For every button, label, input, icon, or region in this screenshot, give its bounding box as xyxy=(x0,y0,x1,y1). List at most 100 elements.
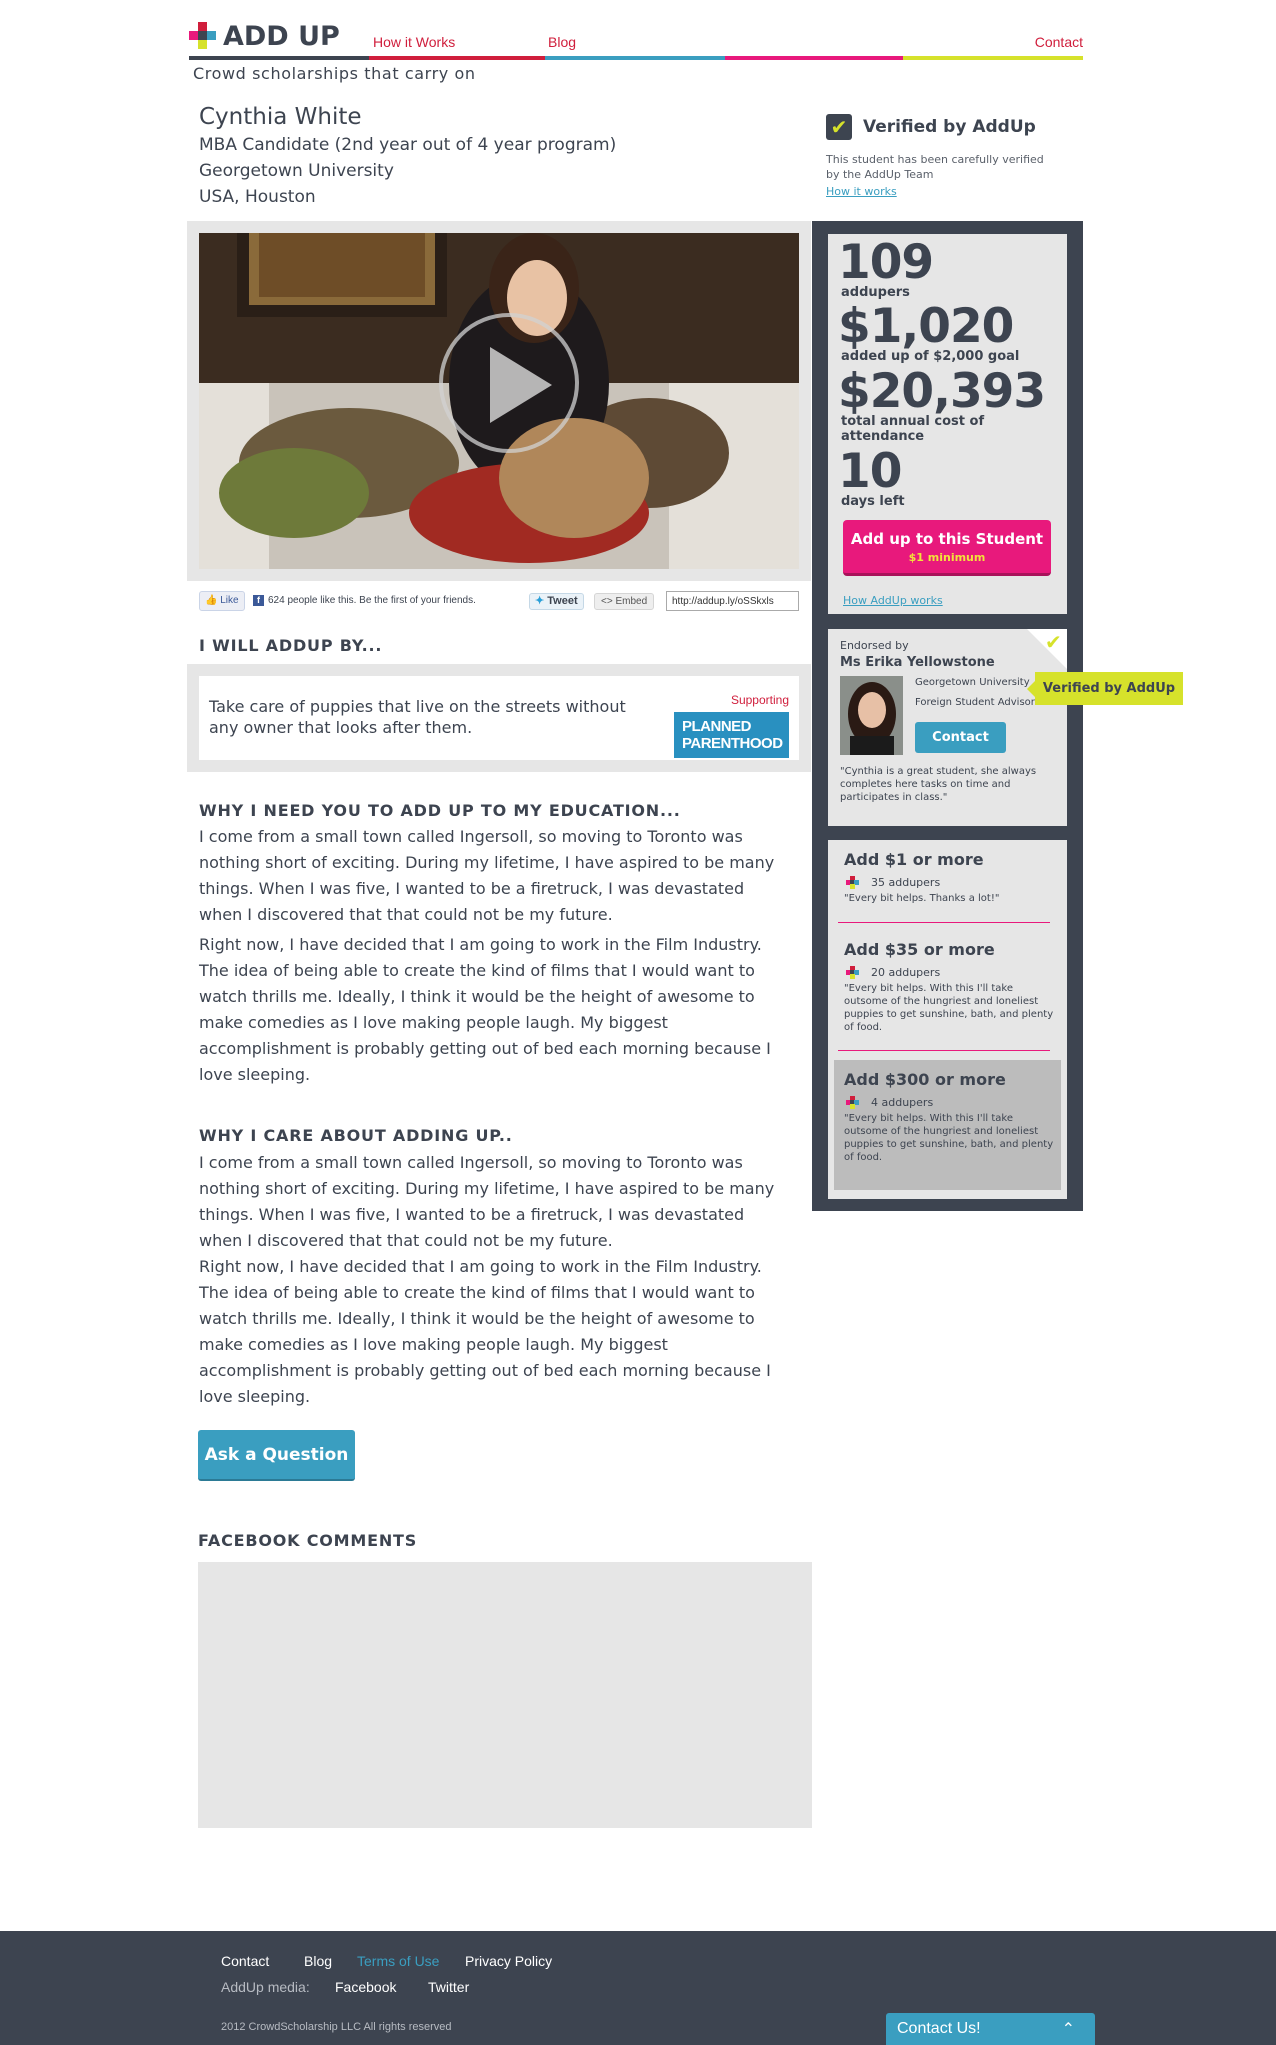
footer-contact-link[interactable]: Contact xyxy=(221,1953,269,1969)
reward-count: 20 addupers xyxy=(846,966,1061,979)
play-icon[interactable] xyxy=(439,313,579,453)
add-up-button[interactable]: Add up to this Student $1 minimum xyxy=(843,520,1051,576)
logo-text: ADD UP xyxy=(223,20,340,52)
footer-media-label: AddUp media: xyxy=(221,1979,310,1995)
facebook-comments-heading: FACEBOOK COMMENTS xyxy=(198,1531,418,1550)
logo[interactable]: ADD UP xyxy=(189,20,340,52)
thumbs-up-icon: 👍 xyxy=(205,595,218,606)
reward-tier-2[interactable]: Add $35 or more 20 addupers "Every bit h… xyxy=(834,930,1061,1050)
sidebar-panel: 109 addupers $1,020 added up of $2,000 g… xyxy=(812,221,1083,1211)
reward-tier-1[interactable]: Add $1 or more 35 addupers "Every bit he… xyxy=(834,840,1061,916)
addup-logo-icon xyxy=(846,1096,859,1109)
reward-count-text: 20 addupers xyxy=(871,966,941,979)
like-text: 624 people like this. Be the first of yo… xyxy=(268,595,476,606)
cause-container: Take care of puppies that live on the st… xyxy=(187,664,811,772)
embed-button[interactable]: <> Embed xyxy=(594,593,655,610)
reward-title: Add $300 or more xyxy=(844,1070,1006,1089)
raised-label: added up of $2,000 goal xyxy=(841,349,1020,364)
endorser-quote: "Cynthia is a great student, she always … xyxy=(840,766,1037,803)
endorser-name: Ms Erika Yellowstone xyxy=(840,655,995,670)
reward-title: Add $35 or more xyxy=(844,940,995,959)
how-it-works-link[interactable]: How it works xyxy=(826,185,1046,198)
footer-terms-link[interactable]: Terms of Use xyxy=(357,1953,439,1969)
reward-description: "Every bit helps. With this I'll take ou… xyxy=(844,1113,1054,1163)
why-need-paragraph-2: Right now, I have decided that I am goin… xyxy=(199,935,771,1084)
rewards-box: Add $1 or more 35 addupers "Every bit he… xyxy=(828,840,1067,1199)
endorser-role: Foreign Student Advisor xyxy=(915,697,1035,708)
will-addup-heading: I WILL ADDUP BY... xyxy=(199,636,383,655)
reward-count: 4 addupers xyxy=(846,1096,1061,1109)
endorsed-by-label: Endorsed by xyxy=(840,639,909,652)
facebook-icon: f xyxy=(253,595,264,606)
add-up-minimum: $1 minimum xyxy=(908,550,986,564)
like-label: Like xyxy=(220,595,239,606)
footer-blog-link[interactable]: Blog xyxy=(304,1953,332,1969)
chevron-up-icon: ⌃ xyxy=(1061,2021,1075,2038)
why-care-paragraph-1: I come from a small town called Ingersol… xyxy=(199,1153,775,1250)
reward-description: "Every bit helps. With this I'll take ou… xyxy=(844,983,1054,1033)
endorsement-card: Endorsed by Ms Erika Yellowstone Georget… xyxy=(828,629,1067,826)
reward-count-text: 4 addupers xyxy=(871,1096,934,1109)
site-header: ADD UP How it Works Blog Contact Crowd s… xyxy=(189,18,1083,90)
cost-amount: $20,393 xyxy=(838,364,1046,419)
reward-title: Add $1 or more xyxy=(844,850,984,869)
tweet-label: Tweet xyxy=(547,595,578,607)
endorser-university: Georgetown University xyxy=(915,677,1030,688)
twitter-bird-icon: ✦ xyxy=(535,595,545,607)
share-bar: 👍 Like f 624 people like this. Be the fir… xyxy=(199,590,799,612)
why-care-text: I come from a small town called Ingersol… xyxy=(199,1150,789,1414)
verified-title: Verified by AddUp xyxy=(863,117,1036,137)
why-need-paragraph-1: I come from a small town called Ingersol… xyxy=(199,827,775,924)
verified-tag: Verified by AddUp xyxy=(1027,672,1183,705)
addupers-label: addupers xyxy=(841,285,910,300)
days-left-label: days left xyxy=(841,494,905,509)
nav-how-it-works[interactable]: How it Works xyxy=(373,34,455,50)
student-university: Georgetown University xyxy=(199,161,394,181)
share-url-input[interactable] xyxy=(666,591,799,611)
student-location: USA, Houston xyxy=(199,187,316,207)
why-need-heading: WHY I NEED YOU TO ADD UP TO MY EDUCATION… xyxy=(199,801,681,820)
facebook-like-button[interactable]: 👍 Like xyxy=(199,591,245,611)
addup-logo-icon xyxy=(846,966,859,979)
footer-privacy-link[interactable]: Privacy Policy xyxy=(465,1953,552,1969)
addup-logo-icon xyxy=(846,876,859,889)
org-logo-line2: PARENTHOOD xyxy=(682,735,783,752)
endorser-avatar xyxy=(840,676,903,755)
site-footer: Contact Blog Terms of Use Privacy Policy… xyxy=(0,1931,1276,2045)
nav-contact[interactable]: Contact xyxy=(1035,34,1083,50)
reward-description: "Every bit helps. Thanks a lot!" xyxy=(844,893,1000,904)
contact-us-label: Contact Us! xyxy=(897,2020,981,2037)
copyright: 2012 CrowdScholarship LLC All rights res… xyxy=(221,2021,452,2033)
contact-us-button[interactable]: Contact Us! ⌃ xyxy=(886,2013,1095,2045)
ask-question-button[interactable]: Ask a Question xyxy=(198,1430,355,1481)
raised-amount: $1,020 xyxy=(838,299,1014,354)
reward-count-text: 35 addupers xyxy=(871,876,941,889)
video-container xyxy=(187,221,811,581)
why-care-paragraph-2: Right now, I have decided that I am goin… xyxy=(199,1257,771,1406)
endorsement-check-icon: ✔ xyxy=(1045,630,1062,654)
student-program: MBA Candidate (2nd year out of 4 year pr… xyxy=(199,135,617,155)
footer-facebook-link[interactable]: Facebook xyxy=(335,1979,396,1995)
verified-box: ✔ Verified by AddUp This student has bee… xyxy=(826,114,1046,198)
checkmark-icon: ✔ xyxy=(826,114,852,140)
endorser-info: Georgetown University Foreign Student Ad… xyxy=(915,673,1035,713)
tweet-button[interactable]: ✦ Tweet xyxy=(529,593,584,610)
supporting-label: Supporting xyxy=(730,693,789,707)
how-addup-works-link[interactable]: How AddUp works xyxy=(843,594,943,607)
reward-divider xyxy=(838,1050,1050,1051)
stats-box: 109 addupers $1,020 added up of $2,000 g… xyxy=(828,234,1067,614)
addupers-count: 109 xyxy=(838,235,934,290)
video-player[interactable] xyxy=(199,233,799,569)
reward-count: 35 addupers xyxy=(846,876,1061,889)
facebook-comments-box[interactable] xyxy=(198,1562,812,1828)
days-left-count: 10 xyxy=(838,444,902,499)
nav-color-bar xyxy=(189,56,1083,60)
organization-logo[interactable]: PLANNED PARENTHOOD xyxy=(674,712,789,758)
verified-description: This student has been carefully verified… xyxy=(826,153,1044,181)
cause-text: Take care of puppies that live on the st… xyxy=(209,697,626,737)
cause-card: Take care of puppies that live on the st… xyxy=(199,676,799,760)
footer-twitter-link[interactable]: Twitter xyxy=(428,1979,469,1995)
endorser-contact-button[interactable]: Contact xyxy=(915,722,1006,753)
reward-tier-3[interactable]: Add $300 or more 4 addupers "Every bit h… xyxy=(834,1060,1061,1190)
nav-blog[interactable]: Blog xyxy=(548,34,576,50)
